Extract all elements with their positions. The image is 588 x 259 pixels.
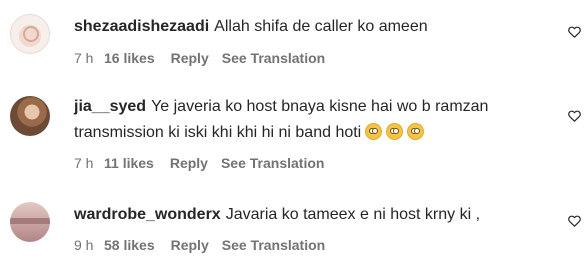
see-translation-button[interactable]: See Translation bbox=[221, 154, 324, 172]
rolling-eyes-emoji-icon bbox=[365, 123, 383, 140]
see-translation-button[interactable]: See Translation bbox=[222, 236, 325, 254]
comment-timestamp[interactable]: 7 h bbox=[74, 154, 104, 172]
comment-text: Ye javeria ko host bnaya kisne hai wo b … bbox=[151, 98, 489, 115]
comment-like-count[interactable]: 16 likes bbox=[104, 49, 155, 67]
see-translation-button[interactable]: See Translation bbox=[222, 49, 325, 67]
heart-outline-icon[interactable] bbox=[568, 110, 581, 122]
avatar[interactable] bbox=[10, 14, 50, 54]
reply-button[interactable]: Reply bbox=[171, 236, 209, 254]
comment-text-continued: transmission ki iski khi khi hi ni band … bbox=[74, 124, 362, 141]
avatar[interactable] bbox=[10, 96, 50, 136]
avatar[interactable] bbox=[10, 202, 50, 242]
comment-timestamp[interactable]: 7 h bbox=[74, 49, 104, 67]
comment-item: wardrobe_wonderx Javaria ko tameex e ni h… bbox=[0, 180, 588, 259]
rolling-eyes-emoji-icon bbox=[407, 123, 425, 140]
comment-username[interactable]: jia__syed bbox=[74, 98, 146, 115]
comment-username[interactable]: wardrobe_wonderx bbox=[74, 206, 221, 223]
heart-outline-icon[interactable] bbox=[568, 26, 581, 38]
comment-timestamp[interactable]: 9 h bbox=[74, 236, 104, 254]
comment-like-count[interactable]: 58 likes bbox=[104, 236, 155, 254]
reply-button[interactable]: Reply bbox=[170, 154, 208, 172]
comment-username[interactable]: shezaadishezaadi bbox=[74, 18, 209, 35]
comment-text: Javaria ko tameex e ni host krny ki , bbox=[225, 206, 481, 223]
rolling-eyes-emoji-icon bbox=[386, 123, 404, 140]
heart-outline-icon[interactable] bbox=[568, 215, 581, 227]
reply-button[interactable]: Reply bbox=[171, 49, 209, 67]
comment-like-count[interactable]: 11 likes bbox=[104, 154, 154, 172]
comment-item: shezaadishezaadi Allah shifa de caller ko… bbox=[0, 0, 588, 80]
comment-item: jia__syed Ye javeria ko host bnaya kisne … bbox=[0, 80, 588, 180]
comment-text: Allah shifa de caller ko ameen bbox=[214, 18, 428, 35]
